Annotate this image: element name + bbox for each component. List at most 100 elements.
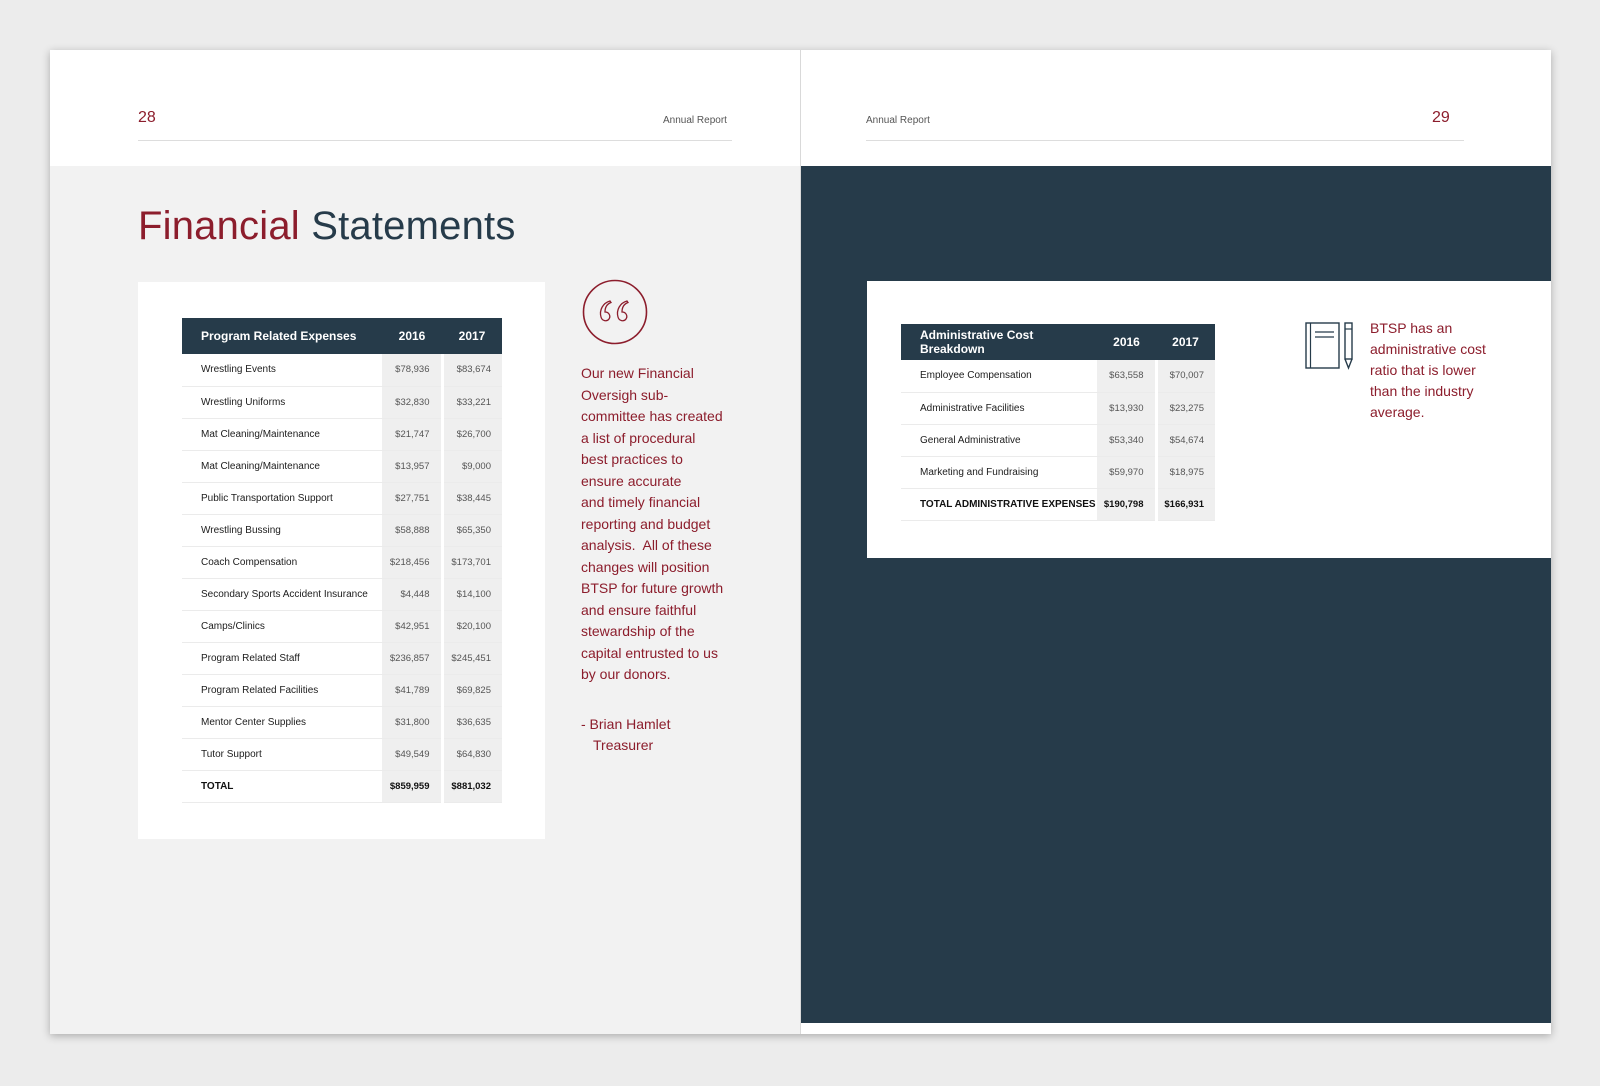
program-expenses-table: Program Related Expenses 2016 2017 Wrest…	[182, 318, 502, 803]
program-table-value-2017: $20,100	[440, 610, 502, 643]
page-number-right: 29	[1432, 109, 1450, 126]
program-table-value-2017: $38,445	[440, 482, 502, 515]
program-table-row: Public Transportation Support $27,751 $38,…	[182, 482, 502, 515]
title-accent-word: Financial	[138, 204, 300, 248]
note-line: than the industry	[1370, 383, 1474, 399]
quote-marks-icon	[582, 279, 648, 345]
note-line: BTSP has an	[1370, 320, 1453, 336]
running-title-right: Annual Report	[866, 115, 930, 126]
program-table-header-2016: 2016	[382, 318, 442, 354]
quote-line: Our new Financial	[581, 365, 694, 381]
program-table-body: Wrestling Events $78,936 $83,674 Wrestling …	[182, 354, 502, 803]
page-title: Financial Statements	[138, 204, 516, 249]
program-table-row: Program Related Facilities $41,789 $69,825	[182, 674, 502, 707]
program-table-row: Wrestling Events $78,936 $83,674	[182, 354, 502, 387]
quote-line: capital entrusted to us	[581, 644, 718, 661]
quote-line: committee has created	[581, 408, 723, 424]
admin-table-label: Administrative Facilities	[901, 392, 1097, 425]
admin-table-value-2017: $23,275	[1154, 392, 1215, 425]
left-page: 28 Annual Report Financial Statements Pr…	[50, 50, 800, 1034]
quote-line: and timely financial	[581, 494, 701, 510]
title-main-word: Statements	[311, 204, 516, 248]
quote-line: Oversigh sub-	[581, 386, 669, 403]
note-line: ratio that is lower	[1370, 362, 1476, 378]
program-table-label: Public Transportation Support	[182, 482, 382, 515]
note-text: BTSP has an administrative cost ratio that…	[1370, 318, 1520, 423]
admin-table-header-row: Administrative Cost Breakdown 2016 2017	[901, 324, 1215, 360]
program-table-label: Program Related Facilities	[182, 674, 382, 707]
note-line: average.	[1370, 404, 1425, 420]
quote-line: analysis. All of these	[581, 537, 712, 553]
admin-table-value-2016: $63,558	[1097, 360, 1156, 393]
quote-line: ensure accurate	[581, 472, 682, 489]
admin-table-value-2016: $190,798	[1097, 488, 1156, 521]
program-table-row: Mat Cleaning/Maintenance $13,957 $9,000	[182, 450, 502, 483]
program-table-value-2017: $14,100	[440, 578, 502, 611]
program-table-row: Wrestling Uniforms $32,830 $33,221	[182, 386, 502, 419]
program-table-value-2016: $236,857	[382, 642, 442, 675]
program-table-label: Camps/Clinics	[182, 610, 382, 643]
admin-table-label: General Administrative	[901, 424, 1097, 457]
program-table-label: Tutor Support	[182, 738, 382, 771]
admin-table-row: Marketing and Fundraising $59,970 $18,975	[901, 456, 1215, 489]
admin-table-row: General Administrative $53,340 $54,674	[901, 424, 1215, 457]
quote-author: - Brian Hamlet	[581, 716, 671, 732]
program-table-value-2017: $69,825	[440, 674, 502, 707]
quote-line: changes will position	[581, 558, 710, 575]
program-table-value-2016: $49,549	[382, 738, 442, 771]
program-table-value-2017: $65,350	[440, 514, 502, 547]
admin-table-header-category: Administrative Cost Breakdown	[901, 324, 1097, 360]
program-table-label: Coach Compensation	[182, 546, 382, 579]
admin-table-value-2016: $53,340	[1097, 424, 1156, 457]
program-table-value-2016: $31,800	[382, 706, 442, 739]
admin-table-label: Employee Compensation	[901, 360, 1097, 393]
program-table-value-2016: $32,830	[382, 386, 442, 419]
note-line: administrative cost	[1370, 341, 1486, 357]
quote-line: best practices to	[581, 451, 683, 467]
program-table-value-2016: $58,888	[382, 514, 442, 547]
page-number-left: 28	[138, 109, 156, 126]
program-table-label: Program Related Staff	[182, 642, 382, 675]
dark-panel: Administrative Cost Breakdown 2016 2017 …	[801, 166, 1551, 1023]
quote-text: Our new Financial Oversigh sub-committee …	[581, 363, 771, 686]
admin-table-value-2017: $54,674	[1154, 424, 1215, 457]
program-table-label: Wrestling Bussing	[182, 514, 382, 547]
program-table-row: Camps/Clinics $42,951 $20,100	[182, 610, 502, 643]
program-table-row: Mat Cleaning/Maintenance $21,747 $26,700	[182, 418, 502, 451]
program-table-row: Secondary Sports Accident Insurance $4,44…	[182, 578, 502, 611]
admin-cost-table: Administrative Cost Breakdown 2016 2017 …	[901, 324, 1215, 521]
notebook-pencil-icon	[1305, 322, 1353, 370]
program-table-label: Mat Cleaning/Maintenance	[182, 450, 382, 483]
quote-line: a list of procedural	[581, 429, 696, 446]
quote-line: reporting and budget	[581, 515, 711, 532]
program-table-value-2017: $881,032	[440, 770, 502, 803]
program-table-row: TOTAL $859,959 $881,032	[182, 770, 502, 803]
program-table-value-2017: $173,701	[440, 546, 502, 579]
program-table-value-2016: $21,747	[382, 418, 442, 451]
quote-line: stewardship of the	[581, 623, 695, 639]
program-table-value-2016: $42,951	[382, 610, 442, 643]
quote-author-role: Treasurer	[593, 737, 654, 753]
program-table-value-2017: $33,221	[440, 386, 502, 419]
program-expenses-card: Program Related Expenses 2016 2017 Wrest…	[138, 282, 545, 839]
admin-cost-card: Administrative Cost Breakdown 2016 2017 …	[867, 281, 1551, 558]
admin-table-value-2017: $166,931	[1154, 488, 1215, 521]
program-table-value-2016: $78,936	[382, 354, 442, 387]
right-page: Annual Report 29 Administrative Cost Bre…	[800, 50, 1551, 1034]
left-page-header: 28 Annual Report	[50, 50, 800, 166]
program-table-row: Program Related Staff $236,857 $245,451	[182, 642, 502, 675]
quote-line: and ensure faithful	[581, 601, 697, 618]
program-table-label: TOTAL	[182, 770, 382, 803]
admin-table-header-2016: 2016	[1097, 324, 1156, 360]
program-table-header-2017: 2017	[442, 318, 502, 354]
program-table-value-2016: $4,448	[382, 578, 442, 611]
program-table-value-2017: $64,830	[440, 738, 502, 771]
program-table-row: Wrestling Bussing $58,888 $65,350	[182, 514, 502, 547]
program-table-value-2016: $13,957	[382, 450, 442, 483]
running-title-left: Annual Report	[663, 115, 727, 126]
program-table-value-2017: $26,700	[440, 418, 502, 451]
admin-table-value-2016: $59,970	[1097, 456, 1156, 489]
program-table-label: Wrestling Events	[182, 354, 382, 387]
program-table-header-category: Program Related Expenses	[182, 318, 382, 354]
admin-table-header-2017: 2017	[1156, 324, 1215, 360]
